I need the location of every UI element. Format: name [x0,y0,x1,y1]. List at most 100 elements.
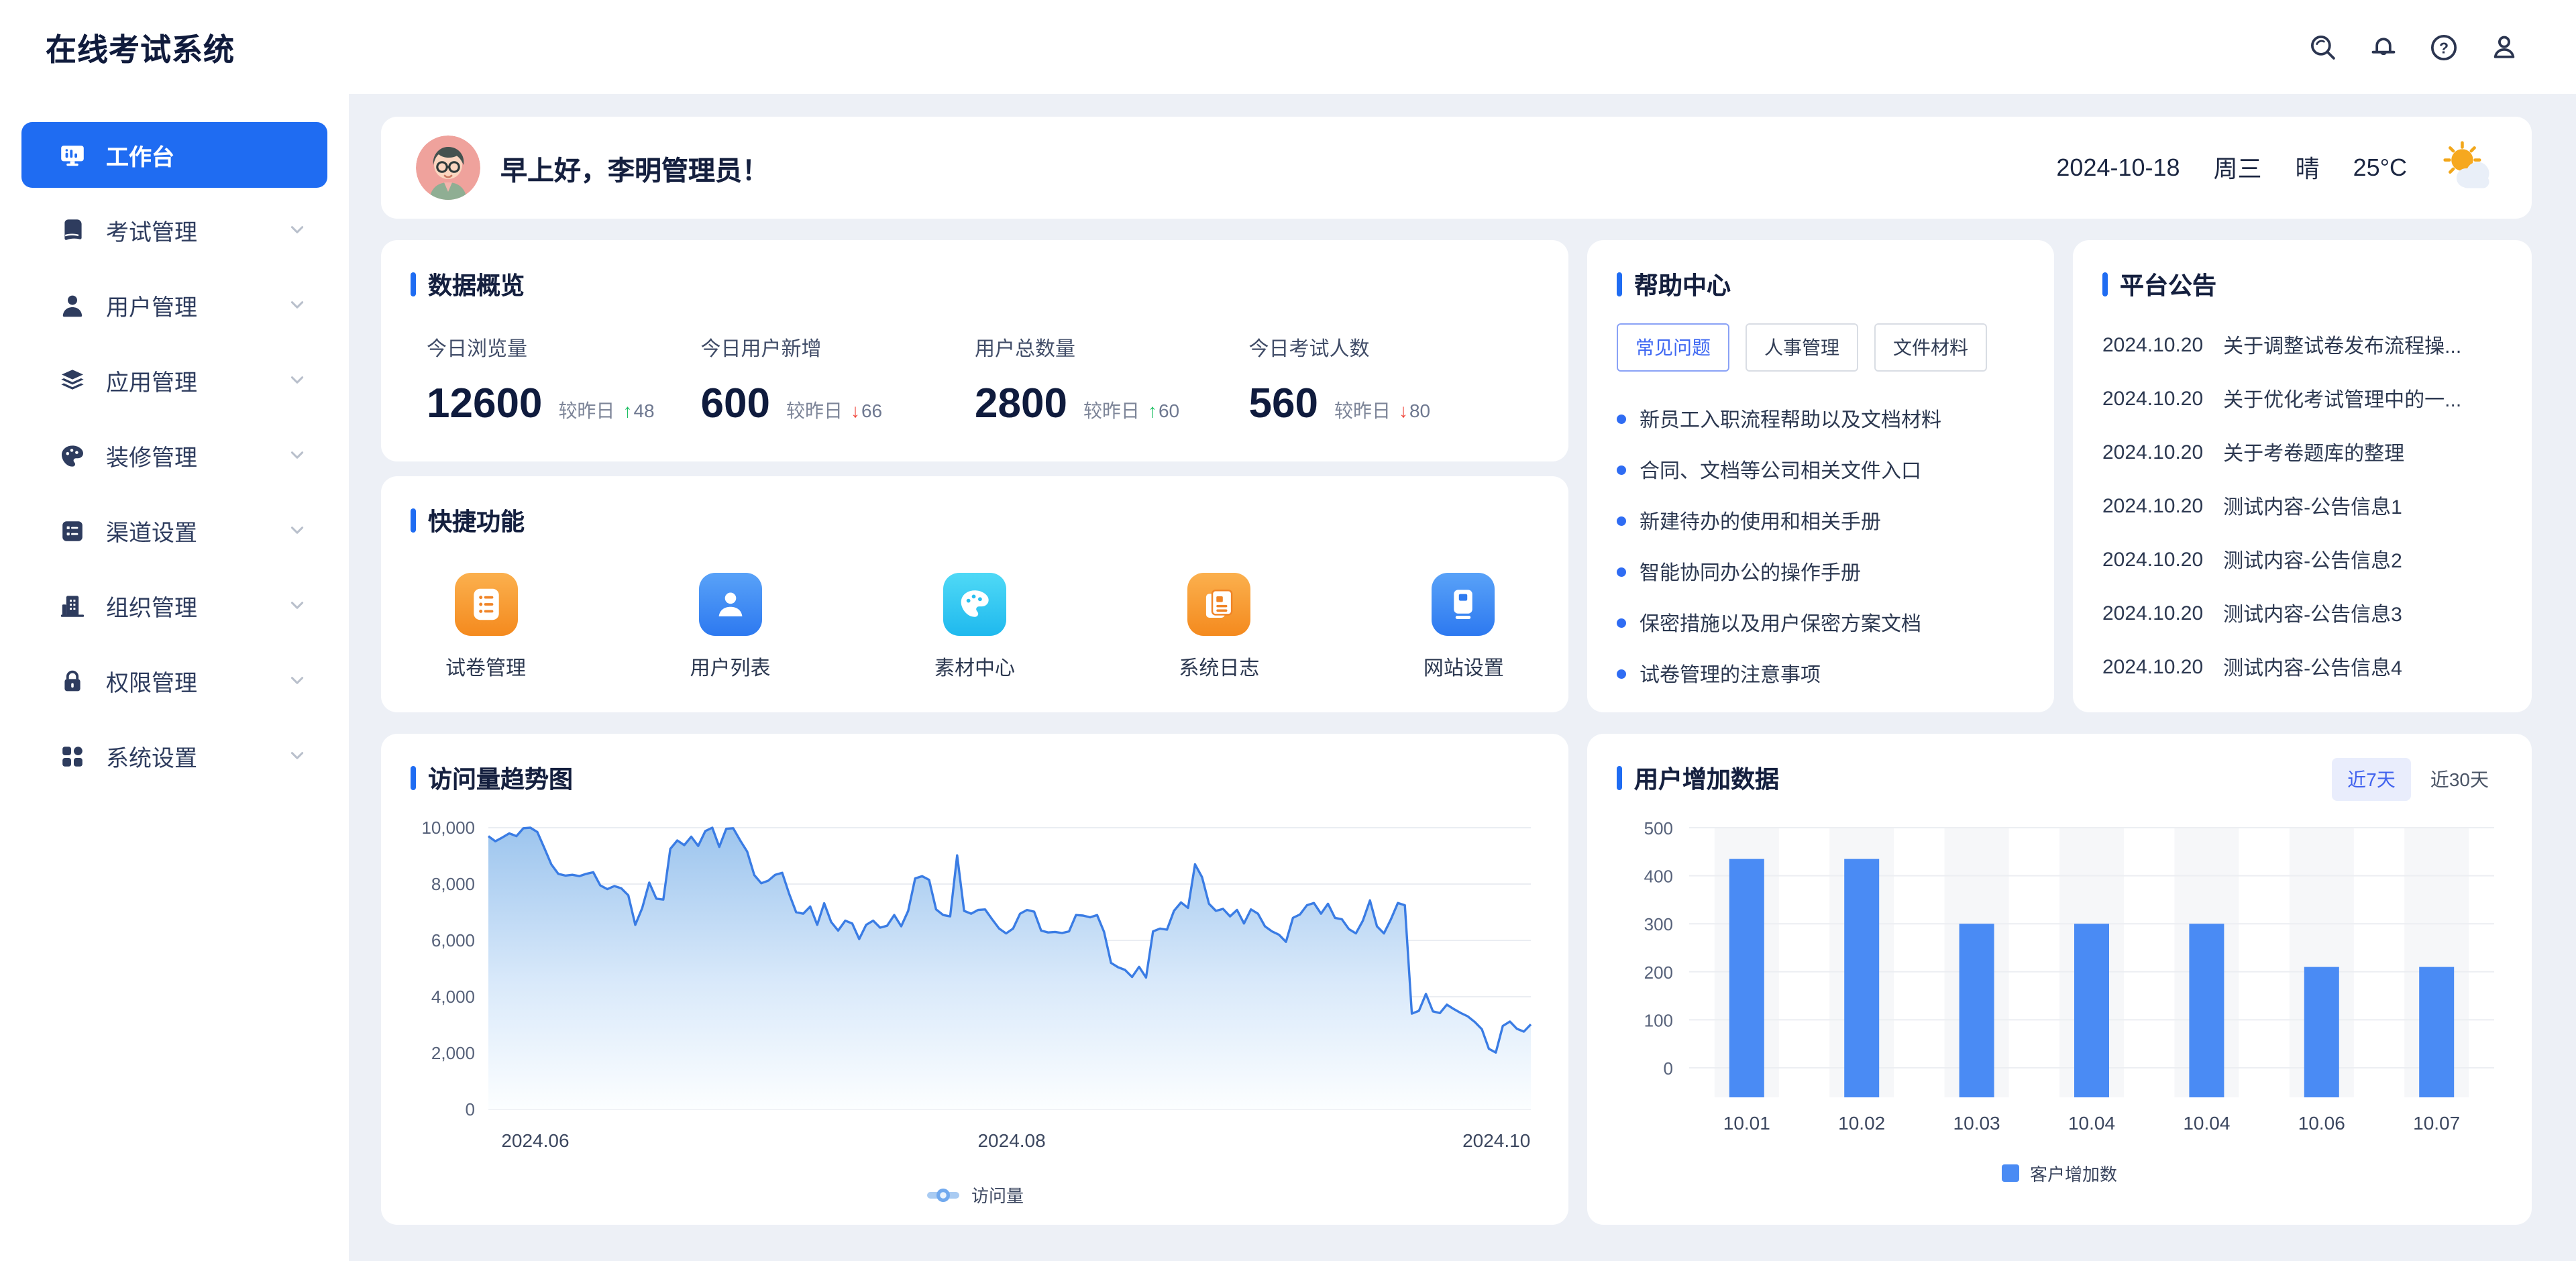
sidebar-item-6[interactable]: 组织管理 [21,573,327,639]
help-item-0[interactable]: 新员工入职流程帮助以及文档材料 [1617,393,2025,444]
decor-icon [59,442,86,469]
accent-bar [1617,272,1622,296]
sidebar-item-3[interactable]: 应用管理 [21,347,327,413]
svg-text:2024.08: 2024.08 [977,1130,1045,1151]
help-item-1[interactable]: 合同、文档等公司相关文件入口 [1617,444,2025,495]
data-overview-card: 数据概览 今日浏览量12600较昨日↑48今日用户新增600较昨日↓66用户总数… [381,240,1568,461]
sidebar-item-0[interactable]: 工作台 [21,122,327,188]
svg-text:400: 400 [1644,867,1673,887]
help-tab-1[interactable]: 人事管理 [1746,323,1858,372]
apps-icon [59,367,86,394]
svg-text:10.04: 10.04 [2068,1113,2115,1134]
notice-item-6[interactable]: 2024.10.20测试内容-公告信息4 [2102,640,2502,694]
range-tab-0[interactable]: 近7天 [2331,758,2412,801]
section-title: 快捷功能 [411,503,1539,538]
accent-bar [411,508,416,533]
arrow-up-icon: ↑ [623,400,632,421]
settings-icon [59,743,86,769]
section-title: 数据概览 [411,267,1539,302]
quick-row: 试卷管理 用户列表 素材中心 系统日志 网站设置 [411,573,1539,681]
chevron-down-icon [288,296,306,314]
site-settings-icon [1432,573,1495,636]
svg-text:10.03: 10.03 [1953,1113,2000,1134]
sidebar-item-5[interactable]: 渠道设置 [21,498,327,563]
stat-value: 600 [701,380,770,428]
sidebar-item-1[interactable]: 考试管理 [21,197,327,263]
quick-item-3[interactable]: 系统日志 [1179,573,1259,681]
svg-text:6,000: 6,000 [431,930,475,950]
notice-item-4[interactable]: 2024.10.20测试内容-公告信息2 [2102,533,2502,586]
svg-text:?: ? [2439,38,2449,56]
line-series-marker-icon [926,1187,961,1203]
app-title: 在线考试系统 [46,24,235,70]
bell-icon[interactable] [2368,32,2399,62]
help-item-2[interactable]: 新建待办的使用和相关手册 [1617,495,2025,546]
notice-card: 平台公告 2024.10.20关于调整试卷发布流程操...2024.10.20关… [2073,240,2532,712]
section-title: 帮助中心 [1617,267,2025,302]
sidebar-item-8[interactable]: 系统设置 [21,723,327,789]
arrow-down-icon: ↓ [851,400,860,421]
help-tabs: 常见问题人事管理文件材料 [1617,323,2025,372]
bullet-icon [1617,567,1626,576]
stat-3: 今日考试人数560较昨日↓80 [1249,334,1523,428]
quick-item-4[interactable]: 网站设置 [1424,573,1504,681]
quick-item-1[interactable]: 用户列表 [690,573,770,681]
stat-value: 560 [1249,380,1318,428]
svg-text:0: 0 [466,1099,475,1119]
user-growth-chart: 010020030040050010.0110.0210.0310.0410.0… [1617,812,2502,1150]
help-tab-2[interactable]: 文件材料 [1874,323,1987,372]
range-tab-1[interactable]: 近30天 [2414,758,2505,801]
notice-item-3[interactable]: 2024.10.20测试内容-公告信息1 [2102,479,2502,533]
avatar [416,135,480,200]
help-item-5[interactable]: 试卷管理的注意事项 [1617,648,2025,699]
svg-text:10.04: 10.04 [2183,1113,2230,1134]
temperature-label: 25°C [2353,154,2407,182]
sidebar-item-2[interactable]: 用户管理 [21,272,327,338]
notice-item-1[interactable]: 2024.10.20关于优化考试管理中的一... [2102,372,2502,425]
profile-icon[interactable] [2489,32,2520,62]
stat-value: 2800 [975,380,1067,428]
help-list: 新员工入职流程帮助以及文档材料合同、文档等公司相关文件入口新建待办的使用和相关手… [1617,393,2025,699]
svg-text:10.01: 10.01 [1723,1113,1770,1134]
svg-text:2,000: 2,000 [431,1043,475,1063]
user-list-icon [698,573,761,636]
date-weather: 2024-10-18 周三 晴 25°C [2056,140,2497,196]
svg-text:10.07: 10.07 [2413,1113,2460,1134]
quick-item-2[interactable]: 素材中心 [934,573,1015,681]
chevron-down-icon [288,522,306,539]
notice-item-2[interactable]: 2024.10.20关于考卷题库的整理 [2102,425,2502,479]
notice-item-0[interactable]: 2024.10.20关于调整试卷发布流程操... [2102,318,2502,372]
user-icon [59,292,86,319]
stat-value: 12600 [427,380,542,428]
help-item-3[interactable]: 智能协同办公的操作手册 [1617,546,2025,597]
help-circle-icon[interactable]: ? [2428,32,2459,62]
help-tab-0[interactable]: 常见问题 [1617,323,1729,372]
channel-icon [59,517,86,544]
accent-bar [1617,766,1622,790]
top-header: 在线考试系统 ? [0,0,2576,94]
chevron-down-icon [288,221,306,239]
user-growth-card: 用户增加数据 近7天近30天 010020030040050010.0110.0… [1587,734,2532,1225]
svg-text:300: 300 [1644,914,1673,934]
notice-item-5[interactable]: 2024.10.20测试内容-公告信息3 [2102,586,2502,640]
bullet-icon [1617,465,1626,474]
range-toggle: 近7天近30天 [2331,758,2505,801]
svg-text:500: 500 [1644,818,1673,838]
search-icon[interactable] [2308,32,2339,62]
exam-admin-dashboard: 在线考试系统 ? 工作台考试管理用户管理应用管理装修管理渠道设置组织管理权限管理… [0,0,2576,1261]
sidebar-item-7[interactable]: 权限管理 [21,648,327,714]
help-item-4[interactable]: 保密措施以及用户保密方案文档 [1617,597,2025,648]
quick-item-0[interactable]: 试卷管理 [445,573,526,681]
stat-2: 用户总数量2800较昨日↑60 [975,334,1249,428]
system-log-icon [1187,573,1250,636]
sidebar-menu: 工作台考试管理用户管理应用管理装修管理渠道设置组织管理权限管理系统设置 [21,122,327,789]
sun-cloud-icon [2440,140,2497,196]
sidebar-item-4[interactable]: 装修管理 [21,423,327,488]
arrow-down-icon: ↓ [1399,400,1408,421]
stats-row: 今日浏览量12600较昨日↑48今日用户新增600较昨日↓66用户总数量2800… [411,334,1539,428]
accent-bar [2102,272,2108,296]
arrow-up-icon: ↑ [1148,400,1157,421]
section-title: 平台公告 [2102,267,2502,302]
exam-paper-icon [454,573,517,636]
lock-icon [59,667,86,694]
